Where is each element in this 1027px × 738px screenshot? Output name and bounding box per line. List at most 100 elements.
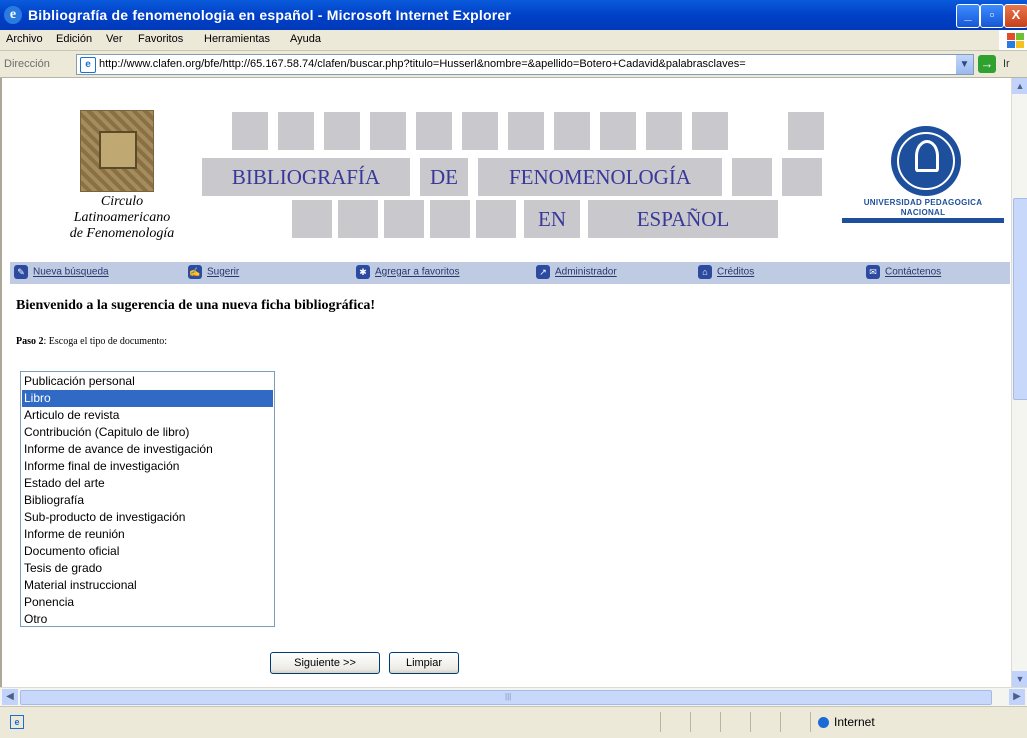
step-label: Paso 2 bbox=[16, 336, 44, 347]
circulo-logo-image bbox=[80, 110, 154, 192]
security-zone-label: Internet bbox=[834, 715, 875, 729]
nav-agregar-favoritos[interactable]: ✱ Agregar a favoritos bbox=[356, 265, 460, 279]
minimize-button[interactable]: _ bbox=[956, 4, 980, 28]
list-option[interactable]: Material instruccional bbox=[22, 577, 273, 594]
document-type-listbox[interactable]: Publicación personal Libro Articulo de r… bbox=[20, 371, 275, 627]
address-input[interactable]: e http://www.clafen.org/bfe/http://65.16… bbox=[76, 54, 974, 75]
window-titlebar: e Bibliografía de fenomenologia en españ… bbox=[0, 0, 1027, 30]
pencil-icon: ✎ bbox=[14, 265, 28, 279]
status-divider bbox=[750, 712, 751, 732]
header-tile bbox=[782, 158, 822, 196]
nav-label: Administrador bbox=[555, 266, 617, 278]
list-option[interactable]: Bibliografía bbox=[22, 492, 273, 509]
menu-favoritos[interactable]: Favoritos bbox=[138, 33, 183, 45]
address-url[interactable]: http://www.clafen.org/bfe/http://65.167.… bbox=[99, 58, 949, 70]
address-bar: Dirección e http://www.clafen.org/bfe/ht… bbox=[0, 51, 1027, 78]
header-tile bbox=[338, 200, 378, 238]
university-tagline-bar bbox=[842, 218, 1004, 223]
menu-ver[interactable]: Ver bbox=[106, 33, 123, 45]
nav-creditos[interactable]: ⌂ Créditos bbox=[698, 265, 754, 279]
status-divider bbox=[660, 712, 661, 732]
list-option[interactable]: Articulo de revista bbox=[22, 407, 273, 424]
ie-icon: e bbox=[4, 6, 22, 24]
list-option[interactable]: Publicación personal bbox=[22, 373, 273, 390]
header-tile bbox=[476, 200, 516, 238]
header-tile bbox=[370, 112, 406, 150]
next-button[interactable]: Siguiente >> bbox=[270, 652, 380, 674]
scroll-left-icon[interactable]: ◀ bbox=[2, 689, 18, 705]
home-icon: ⌂ bbox=[698, 265, 712, 279]
arrow-icon: ↗ bbox=[536, 265, 550, 279]
status-divider bbox=[720, 712, 721, 732]
list-option[interactable]: Contribución (Capitulo de libro) bbox=[22, 424, 273, 441]
header-tile bbox=[692, 112, 728, 150]
list-option[interactable]: Documento oficial bbox=[22, 543, 273, 560]
page-status-icon: e bbox=[10, 715, 24, 729]
internet-zone-icon bbox=[818, 717, 829, 728]
nav-administrador[interactable]: ↗ Administrador bbox=[536, 265, 617, 279]
list-option-selected[interactable]: Libro bbox=[22, 390, 273, 407]
page-icon: e bbox=[80, 57, 96, 73]
go-label[interactable]: Ir bbox=[1003, 58, 1010, 70]
header-tile bbox=[292, 200, 332, 238]
clear-button[interactable]: Limpiar bbox=[389, 652, 459, 674]
list-option[interactable]: Estado del arte bbox=[22, 475, 273, 492]
university-logo-icon bbox=[891, 126, 961, 196]
menu-edicion[interactable]: Edición bbox=[56, 33, 92, 45]
address-label: Dirección bbox=[4, 58, 50, 70]
list-option[interactable]: Tesis de grado bbox=[22, 560, 273, 577]
close-button[interactable]: X bbox=[1004, 4, 1027, 28]
header-tile bbox=[324, 112, 360, 150]
scroll-right-icon[interactable]: ▶ bbox=[1009, 689, 1025, 705]
nav-nueva-busqueda[interactable]: ✎ Nueva búsqueda bbox=[14, 265, 109, 279]
nav-label: Nueva búsqueda bbox=[33, 266, 109, 278]
scroll-up-icon[interactable]: ▲ bbox=[1012, 78, 1027, 94]
scroll-grip-icon: ||| bbox=[505, 692, 512, 701]
welcome-heading: Bienvenido a la sugerencia de una nueva … bbox=[16, 298, 376, 313]
header-tile bbox=[600, 112, 636, 150]
title-word-fenomenologia: FENOMENOLOGÍA bbox=[478, 158, 722, 196]
header-tile bbox=[384, 200, 424, 238]
page-viewport: Circulo Latinoamericano de Fenomenología… bbox=[0, 78, 1012, 687]
menu-herramientas[interactable]: Herramientas bbox=[204, 33, 270, 45]
list-option[interactable]: Informe de reunión bbox=[22, 526, 273, 543]
windows-logo-icon bbox=[999, 30, 1027, 50]
nav-label: Contáctenos bbox=[885, 266, 942, 278]
title-word-espanol: ESPAÑOL bbox=[588, 200, 778, 238]
status-bar: e Internet bbox=[0, 706, 1027, 738]
list-option[interactable]: Informe de avance de investigación bbox=[22, 441, 273, 458]
horizontal-scrollbar[interactable]: ◀ ||| ▶ bbox=[0, 687, 1027, 706]
step-instruction: Paso 2: Escoga el tipo de documento: bbox=[16, 336, 167, 347]
circulo-line: de Fenomenología bbox=[69, 226, 175, 241]
header-tile bbox=[508, 112, 544, 150]
nav-label: Créditos bbox=[717, 266, 755, 278]
address-dropdown-button[interactable]: ▼ bbox=[956, 55, 973, 74]
list-option[interactable]: Informe final de investigación bbox=[22, 458, 273, 475]
header-tile bbox=[788, 112, 824, 150]
maximize-button[interactable]: ▫ bbox=[980, 4, 1004, 28]
vertical-scrollbar[interactable]: ▲ ▼ bbox=[1011, 78, 1027, 687]
menu-ayuda[interactable]: Ayuda bbox=[290, 33, 321, 45]
nav-sugerir[interactable]: ✍ Sugerir bbox=[188, 265, 239, 279]
window-title: Bibliografía de fenomenologia en español… bbox=[28, 7, 512, 23]
header-tile bbox=[554, 112, 590, 150]
menu-archivo[interactable]: Archivo bbox=[6, 33, 43, 45]
circulo-line: Latinoamericano bbox=[73, 210, 171, 225]
list-option[interactable]: Sub-producto de investigación bbox=[22, 509, 273, 526]
star-icon: ✱ bbox=[356, 265, 370, 279]
scroll-down-icon[interactable]: ▼ bbox=[1012, 671, 1027, 687]
header-tile bbox=[416, 112, 452, 150]
university-line: UNIVERSIDAD PEDAGOGICA bbox=[863, 198, 983, 207]
header-tile bbox=[232, 112, 268, 150]
title-word-de: DE bbox=[420, 158, 468, 196]
status-divider bbox=[780, 712, 781, 732]
circulo-title: Circulo Latinoamericano de Fenomenología bbox=[42, 194, 202, 242]
nav-contactenos[interactable]: ✉ Contáctenos bbox=[866, 265, 941, 279]
university-line: NACIONAL bbox=[900, 208, 946, 217]
list-option[interactable]: Ponencia bbox=[22, 594, 273, 611]
nav-label: Sugerir bbox=[207, 266, 240, 278]
vertical-scroll-thumb[interactable] bbox=[1013, 198, 1027, 400]
list-option[interactable]: Otro bbox=[22, 611, 273, 628]
header-tile bbox=[278, 112, 314, 150]
go-button[interactable]: → bbox=[978, 55, 996, 73]
